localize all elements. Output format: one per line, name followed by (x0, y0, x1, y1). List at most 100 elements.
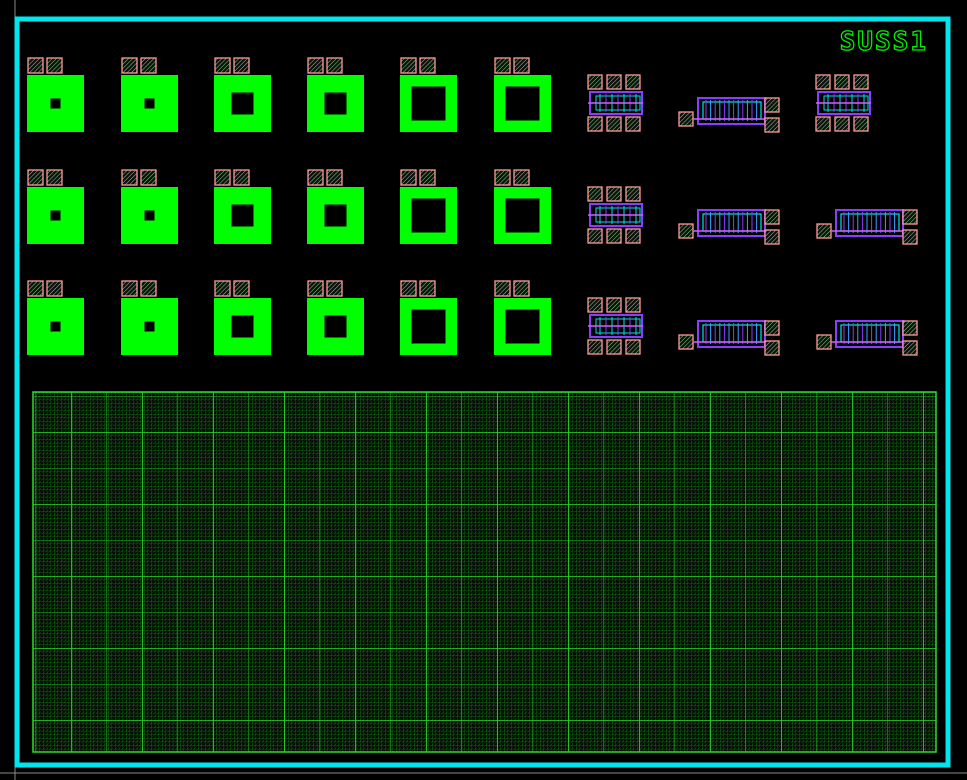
bond-pad[interactable] (853, 116, 869, 132)
bond-pad[interactable] (678, 334, 694, 350)
square-device[interactable] (121, 57, 178, 132)
bond-pad[interactable] (678, 223, 694, 239)
square-device[interactable] (27, 169, 84, 244)
bond-pad[interactable] (494, 169, 511, 186)
bond-pad[interactable] (764, 340, 780, 356)
bond-pad[interactable] (140, 57, 157, 74)
compact-transistor[interactable] (815, 74, 871, 132)
bond-pad[interactable] (678, 111, 694, 127)
square-device[interactable] (121, 280, 178, 355)
bond-pad[interactable] (27, 280, 44, 297)
bond-pad[interactable] (46, 280, 63, 297)
bond-pad[interactable] (764, 209, 780, 225)
bond-pad[interactable] (233, 57, 250, 74)
bond-pad[interactable] (140, 280, 157, 297)
bond-pad[interactable] (815, 74, 831, 90)
bond-pad[interactable] (27, 57, 44, 74)
bond-pad[interactable] (494, 280, 511, 297)
bond-pad[interactable] (606, 297, 622, 313)
bond-pad[interactable] (214, 169, 231, 186)
bond-pad[interactable] (307, 57, 324, 74)
bond-pad[interactable] (513, 280, 530, 297)
bond-pad[interactable] (853, 74, 869, 90)
bond-pad[interactable] (902, 229, 918, 245)
bond-pad[interactable] (625, 339, 641, 355)
bond-pad[interactable] (587, 116, 603, 132)
bond-pad[interactable] (419, 57, 436, 74)
bond-pad[interactable] (606, 116, 622, 132)
layout-canvas[interactable]: SUSS1 (0, 0, 967, 780)
wide-transistor[interactable] (816, 320, 918, 356)
bond-pad[interactable] (400, 280, 417, 297)
bond-pad[interactable] (764, 229, 780, 245)
bond-pad[interactable] (46, 57, 63, 74)
bond-pad[interactable] (816, 223, 832, 239)
compact-transistor[interactable] (587, 186, 643, 244)
bond-pad[interactable] (625, 228, 641, 244)
bond-pad[interactable] (625, 74, 641, 90)
bond-pad[interactable] (587, 74, 603, 90)
bond-pad[interactable] (587, 186, 603, 202)
bond-pad[interactable] (121, 57, 138, 74)
square-device[interactable] (307, 169, 364, 244)
bond-pad[interactable] (494, 57, 511, 74)
mesh-region[interactable] (32, 391, 937, 753)
bond-pad[interactable] (400, 57, 417, 74)
bond-pad[interactable] (834, 74, 850, 90)
bond-pad[interactable] (400, 169, 417, 186)
bond-pad[interactable] (587, 228, 603, 244)
bond-pad[interactable] (606, 186, 622, 202)
bond-pad[interactable] (902, 209, 918, 225)
square-device[interactable] (214, 169, 271, 244)
bond-pad[interactable] (326, 57, 343, 74)
bond-pad[interactable] (46, 169, 63, 186)
square-device[interactable] (307, 280, 364, 355)
bond-pad[interactable] (902, 320, 918, 336)
square-device[interactable] (494, 57, 551, 132)
bond-pad[interactable] (513, 169, 530, 186)
bond-pad[interactable] (625, 186, 641, 202)
wide-transistor[interactable] (678, 97, 780, 133)
bond-pad[interactable] (326, 280, 343, 297)
square-device[interactable] (400, 169, 457, 244)
bond-pad[interactable] (764, 117, 780, 133)
square-device[interactable] (494, 169, 551, 244)
bond-pad[interactable] (233, 280, 250, 297)
bond-pad[interactable] (307, 280, 324, 297)
square-device[interactable] (121, 169, 178, 244)
bond-pad[interactable] (121, 280, 138, 297)
square-device[interactable] (214, 280, 271, 355)
bond-pad[interactable] (902, 340, 918, 356)
bond-pad[interactable] (815, 116, 831, 132)
wide-transistor[interactable] (678, 209, 780, 245)
bond-pad[interactable] (816, 334, 832, 350)
bond-pad[interactable] (587, 339, 603, 355)
bond-pad[interactable] (307, 169, 324, 186)
bond-pad[interactable] (27, 169, 44, 186)
bond-pad[interactable] (326, 169, 343, 186)
bond-pad[interactable] (606, 339, 622, 355)
bond-pad[interactable] (214, 280, 231, 297)
wide-transistor[interactable] (816, 209, 918, 245)
square-device[interactable] (400, 57, 457, 132)
compact-transistor[interactable] (587, 74, 643, 132)
bond-pad[interactable] (121, 169, 138, 186)
bond-pad[interactable] (834, 116, 850, 132)
bond-pad[interactable] (764, 97, 780, 113)
bond-pad[interactable] (606, 228, 622, 244)
bond-pad[interactable] (233, 169, 250, 186)
square-device[interactable] (214, 57, 271, 132)
bond-pad[interactable] (625, 297, 641, 313)
square-device[interactable] (400, 280, 457, 355)
bond-pad[interactable] (214, 57, 231, 74)
bond-pad[interactable] (419, 169, 436, 186)
bond-pad[interactable] (625, 116, 641, 132)
compact-transistor[interactable] (587, 297, 643, 355)
bond-pad[interactable] (513, 57, 530, 74)
square-device[interactable] (307, 57, 364, 132)
wide-transistor[interactable] (678, 320, 780, 356)
bond-pad[interactable] (764, 320, 780, 336)
square-device[interactable] (494, 280, 551, 355)
square-device[interactable] (27, 280, 84, 355)
bond-pad[interactable] (606, 74, 622, 90)
